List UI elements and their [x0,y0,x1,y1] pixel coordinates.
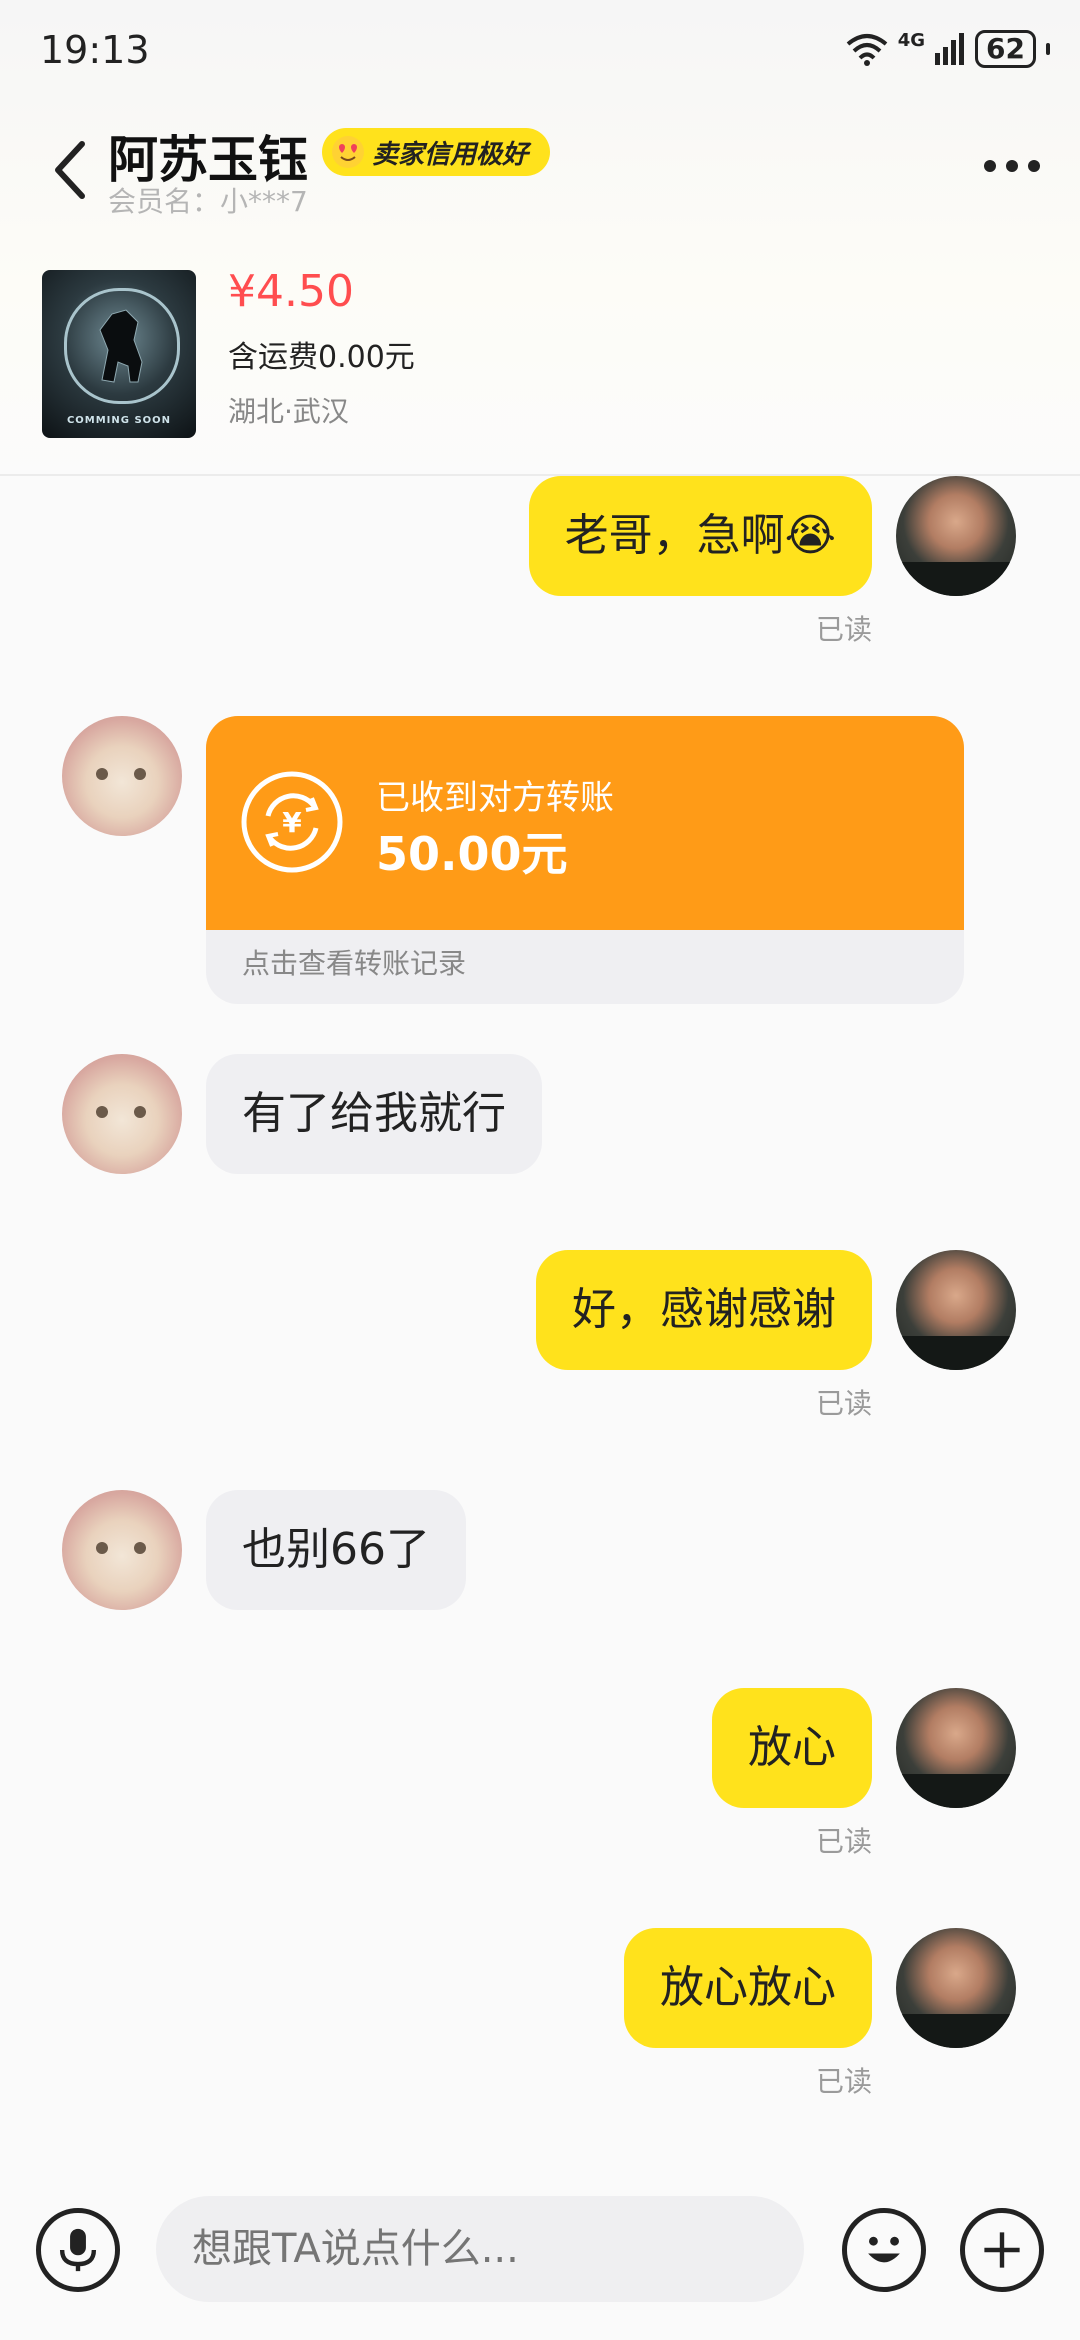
message-bubble-outgoing[interactable]: 好，感谢感谢 [536,1250,872,1370]
transfer-record-link[interactable]: 点击查看转账记录 [242,942,466,982]
credit-badge: 卖家信用极好 [322,128,551,176]
product-card[interactable]: COMMING SOON ¥4.50 含运费0.00元 湖北·武汉 [0,260,1080,475]
shipping-fee: 含运费0.00元 [228,340,415,375]
dot-icon [984,160,996,172]
chat-header: 阿苏玉钰 卖家信用极好 会员名：小***7 [0,110,1080,260]
network-type: 4G [897,30,926,51]
status-bar: 19:13 4G 62 [0,0,1080,100]
seller-location: 湖北·武汉 [228,395,349,428]
transfer-amount: 50.00元 [376,827,568,881]
microphone-icon[interactable] [36,2208,120,2292]
add-icon[interactable] [960,2208,1044,2292]
dot-icon [1006,160,1018,172]
read-receipt: 已读 [815,1825,872,1858]
message-input[interactable] [156,2196,804,2302]
dot-icon [1028,160,1040,172]
heart-eyes-emoji-icon [332,136,364,168]
my-avatar[interactable] [896,476,1016,596]
message-bubble-outgoing[interactable]: 老哥，急啊😭 [528,476,872,596]
transfer-card-header: ¥ 已收到对方转账 50.00元 [206,716,964,930]
battery-icon [1046,43,1050,55]
contact-avatar[interactable] [62,1054,182,1174]
emoji-icon[interactable] [842,2208,926,2292]
product-price: ¥4.50 [228,266,354,317]
product-thumbnail[interactable]: COMMING SOON [42,270,196,438]
contact-avatar[interactable] [62,716,182,836]
message-bubble-incoming[interactable]: 有了给我就行 [206,1054,542,1174]
back-icon[interactable] [40,130,100,210]
input-bar [0,2180,1080,2340]
member-name: 会员名：小***7 [108,185,308,218]
status-icons: 4G 62 [846,30,1050,68]
message-bubble-outgoing[interactable]: 放心 [712,1688,872,1808]
my-avatar[interactable] [896,1688,1016,1808]
contact-avatar[interactable] [62,1490,182,1610]
message-bubble-outgoing[interactable]: 放心放心 [624,1928,872,2048]
my-avatar[interactable] [896,1250,1016,1370]
transfer-card[interactable]: ¥ 已收到对方转账 50.00元 点击查看转账记录 [206,716,964,1004]
message-list[interactable]: 老哥，急啊😭 已读 ¥ 已收到对方转账 50.00元 点击查看转账记录 有了给我… [0,476,1080,2176]
yuan-transfer-icon: ¥ [241,771,343,873]
read-receipt: 已读 [815,1387,872,1420]
more-options-button[interactable] [984,160,1040,172]
message-bubble-incoming[interactable]: 也别66了 [206,1490,466,1610]
read-receipt: 已读 [815,2065,872,2098]
status-time: 19:13 [40,28,150,72]
horse-silhouette-icon [99,309,143,383]
transfer-title: 已收到对方转账 [376,778,614,818]
signal-icon [935,33,965,65]
product-image-caption: COMMING SOON [66,415,172,426]
badge-label: 卖家信用极好 [372,139,529,170]
wifi-icon [846,34,888,66]
battery-level: 62 [975,30,1036,68]
read-receipt: 已读 [815,613,872,646]
my-avatar[interactable] [896,1928,1016,2048]
svg-text:¥: ¥ [282,806,302,839]
